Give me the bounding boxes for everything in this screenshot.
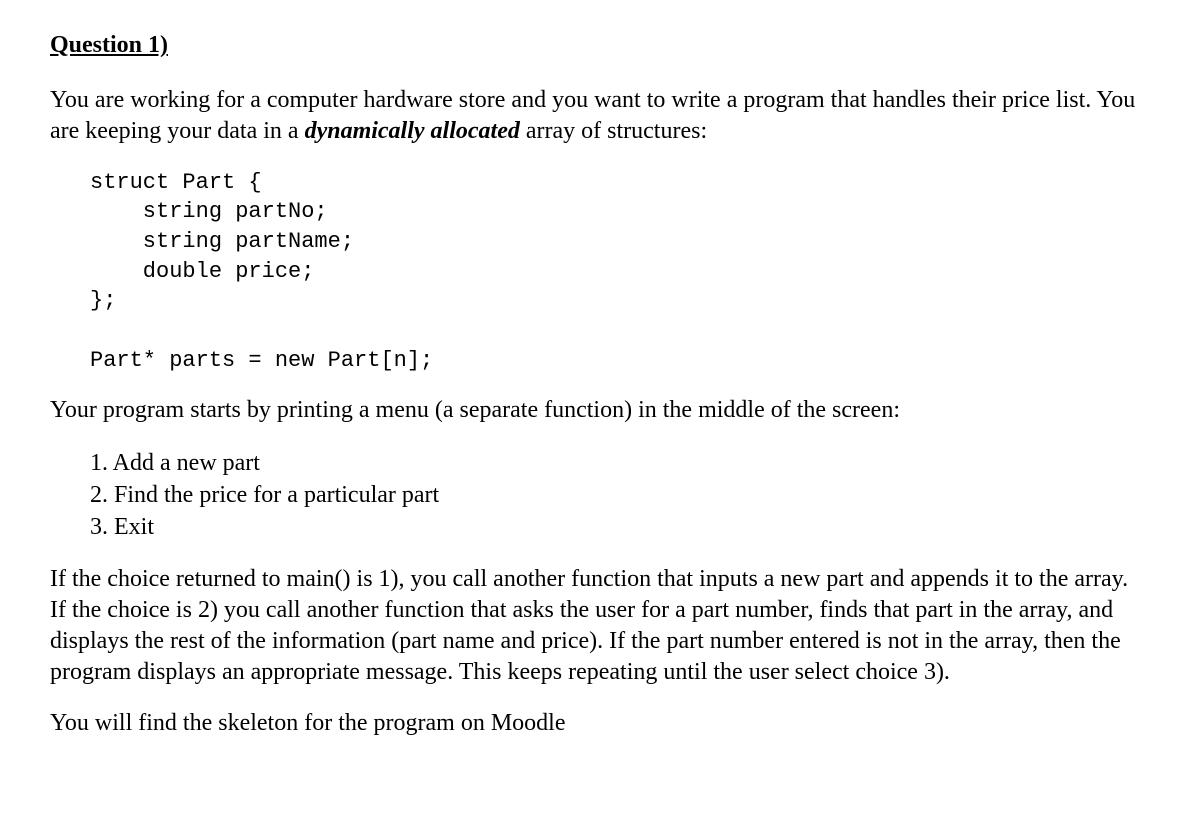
intro-emphasis: dynamically allocated (305, 118, 520, 144)
moodle-paragraph: You will find the skeleton for the progr… (50, 708, 1150, 739)
menu-options-list: 1. Add a new part 2. Find the price for … (90, 447, 1150, 544)
struct-code-block: struct Part { string partNo; string part… (90, 168, 1150, 376)
menu-item-3: 3. Exit (90, 511, 1150, 543)
intro-paragraph: You are working for a computer hardware … (50, 85, 1150, 147)
question-heading: Question 1) (50, 30, 1150, 61)
menu-item-1: 1. Add a new part (90, 447, 1150, 479)
menu-intro-paragraph: Your program starts by printing a menu (… (50, 395, 1150, 426)
menu-item-2: 2. Find the price for a particular part (90, 479, 1150, 511)
intro-post: array of structures: (520, 118, 707, 144)
behavior-paragraph: If the choice returned to main() is 1), … (50, 564, 1150, 689)
